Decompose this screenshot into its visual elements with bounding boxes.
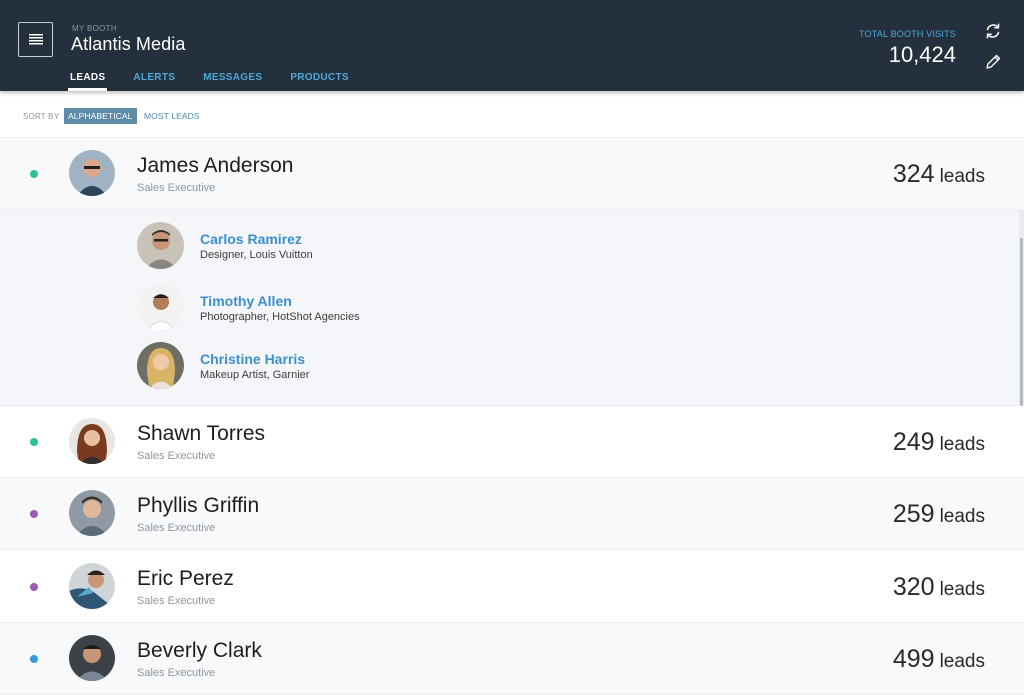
executive-role: Sales Executive xyxy=(137,667,216,679)
lead-count-unit: leads xyxy=(939,434,985,455)
executive-row[interactable]: Shawn Torres Sales Executive 249 leads xyxy=(0,406,1024,478)
scrollbar-thumb[interactable] xyxy=(1020,238,1023,406)
status-dot xyxy=(30,655,38,663)
executive-list: James Anderson Sales Executive 324 leads … xyxy=(0,138,1024,695)
lead-count-value: 499 xyxy=(892,645,935,673)
lead-item[interactable]: Christine Harris Makeup Artist, Garnier xyxy=(0,342,1000,402)
pencil-icon[interactable] xyxy=(983,52,1003,72)
sort-bar: SORT BY ALPHABETICAL MOST LEADS xyxy=(0,92,1024,138)
status-dot xyxy=(30,170,38,178)
tab-leads[interactable]: LEADS xyxy=(68,66,108,91)
avatar xyxy=(69,563,115,609)
avatar xyxy=(69,418,115,464)
executive-role: Sales Executive xyxy=(137,182,216,194)
lead-count-value: 249 xyxy=(892,428,935,456)
executive-row[interactable]: James Anderson Sales Executive 324 leads xyxy=(0,138,1024,210)
lead-count-unit: leads xyxy=(939,651,985,672)
lead-count-value: 259 xyxy=(892,500,935,528)
lead-count-unit: leads xyxy=(939,166,985,187)
app-header: MY BOOTH Atlantis Media LEADS ALERTS MES… xyxy=(0,0,1024,91)
menu-icon xyxy=(28,34,43,45)
lead-count: 320 leads xyxy=(893,573,985,602)
tab-bar: LEADS ALERTS MESSAGES PRODUCTS xyxy=(68,66,375,91)
executive-name: Eric Perez xyxy=(137,567,234,590)
booth-kicker: MY BOOTH xyxy=(72,24,117,33)
executive-role: Sales Executive xyxy=(137,450,216,462)
sort-alphabetical-button[interactable]: ALPHABETICAL xyxy=(64,108,137,124)
executive-row[interactable]: Beverly Clark Sales Executive 499 leads xyxy=(0,623,1024,695)
lead-count-unit: leads xyxy=(939,506,985,527)
executive-name: Phyllis Griffin xyxy=(137,494,260,517)
tab-products[interactable]: PRODUCTS xyxy=(288,66,351,91)
lead-detail: Designer, Louis Vuitton xyxy=(200,249,313,261)
executive-role: Sales Executive xyxy=(137,595,216,607)
executive-name: Beverly Clark xyxy=(137,639,262,662)
avatar xyxy=(69,490,115,536)
avatar xyxy=(69,150,115,196)
total-visits-label: TOTAL BOOTH VISITS xyxy=(859,29,956,39)
total-visits-value: 10,424 xyxy=(888,42,956,67)
executive-name: James Anderson xyxy=(137,154,294,177)
sort-most-leads-button[interactable]: MOST LEADS xyxy=(140,108,204,124)
executive-name: Shawn Torres xyxy=(137,422,266,445)
status-dot xyxy=(30,583,38,591)
lead-count: 324 leads xyxy=(893,160,985,189)
lead-item[interactable]: Timothy Allen Photographer, HotShot Agen… xyxy=(0,284,1000,344)
lead-item[interactable]: Carlos Ramirez Designer, Louis Vuitton xyxy=(0,222,1000,282)
lead-count: 499 leads xyxy=(893,645,985,674)
executive-role: Sales Executive xyxy=(137,522,216,534)
avatar xyxy=(69,635,115,681)
lead-count: 249 leads xyxy=(893,428,985,457)
status-dot xyxy=(30,510,38,518)
lead-count-value: 320 xyxy=(892,573,935,601)
lead-name[interactable]: Timothy Allen xyxy=(200,293,292,309)
lead-detail: Photographer, HotShot Agencies xyxy=(200,311,360,323)
status-dot xyxy=(30,438,38,446)
lead-count: 259 leads xyxy=(893,500,985,529)
lead-detail: Makeup Artist, Garnier xyxy=(200,369,310,381)
booth-title: Atlantis Media xyxy=(71,34,186,54)
lead-count-value: 324 xyxy=(892,160,935,188)
avatar xyxy=(137,284,184,331)
tab-alerts[interactable]: ALERTS xyxy=(131,66,177,91)
lead-name[interactable]: Carlos Ramirez xyxy=(200,231,302,247)
menu-button[interactable] xyxy=(18,22,53,57)
refresh-icon[interactable] xyxy=(983,21,1003,41)
scrollbar[interactable] xyxy=(1019,210,1024,406)
tab-messages[interactable]: MESSAGES xyxy=(201,66,264,91)
avatar xyxy=(137,342,184,389)
executive-row[interactable]: Phyllis Griffin Sales Executive 259 leads xyxy=(0,478,1024,550)
expanded-leads-panel: Carlos Ramirez Designer, Louis Vuitton T… xyxy=(0,210,1024,406)
lead-name[interactable]: Christine Harris xyxy=(200,351,305,367)
sort-by-label: SORT BY xyxy=(23,112,60,121)
avatar xyxy=(137,222,184,269)
lead-count-unit: leads xyxy=(939,579,985,600)
executive-row[interactable]: Eric Perez Sales Executive 320 leads xyxy=(0,551,1024,623)
